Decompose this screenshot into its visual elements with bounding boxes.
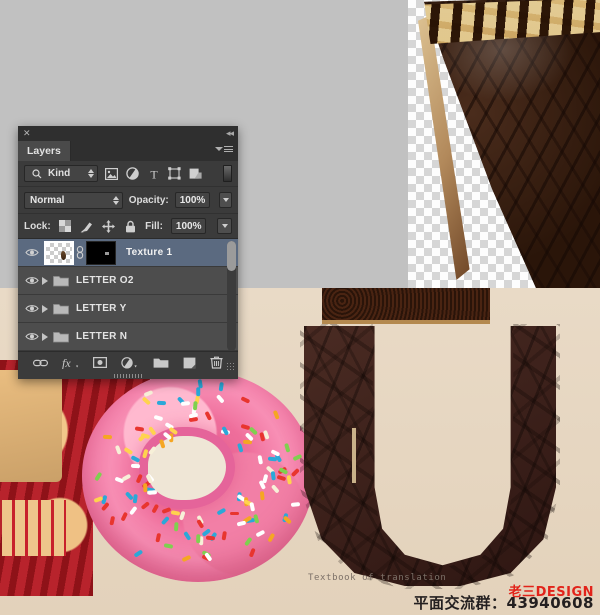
panel-resize-grip[interactable] [226, 362, 235, 371]
sponge-cake-piece-b [2, 500, 66, 556]
lock-label: Lock: [24, 220, 51, 232]
opacity-label: Opacity: [128, 194, 169, 206]
collapse-to-icons-icon[interactable]: ◂◂ [226, 128, 234, 139]
folder-icon [53, 303, 69, 315]
donut-sprinkle [291, 502, 301, 507]
layer-name: Texture 1 [126, 247, 173, 258]
sponge-cake-piece-a [0, 370, 62, 482]
letter-u-gap-notch [352, 428, 356, 483]
layer-style-fx-icon[interactable]: fx [62, 357, 79, 369]
panel-tab-bar: Layers [18, 141, 238, 161]
fill-dropdown-button[interactable] [217, 218, 232, 234]
svg-text:T: T [150, 168, 158, 180]
donut-sprinkle [196, 534, 201, 544]
eye-icon[interactable] [22, 304, 42, 313]
donut-sprinkle [193, 401, 198, 411]
hamburger-icon [224, 146, 233, 152]
donut-sprinkle [180, 401, 190, 406]
blend-mode-select[interactable]: Normal [24, 191, 123, 209]
layers-panel-footer: fx [18, 351, 238, 373]
eye-icon[interactable] [22, 248, 42, 257]
folder-icon [53, 331, 69, 343]
search-icon [29, 166, 44, 181]
layer-row-texture-1[interactable]: Texture 1 [18, 239, 238, 267]
donut-sprinkle [205, 535, 215, 540]
new-adjustment-layer-icon[interactable] [121, 356, 138, 369]
opacity-dropdown-button[interactable] [219, 192, 232, 208]
layer-name: LETTER Y [76, 303, 127, 314]
chevron-down-icon [215, 147, 223, 151]
new-layer-icon[interactable] [183, 357, 196, 369]
watermark-qq-group: 平面交流群：43940608 [413, 594, 594, 612]
donut-sprinkle [271, 471, 276, 481]
chevron-down-icon [222, 198, 229, 202]
lock-image-pixels-icon[interactable] [80, 219, 94, 233]
blend-mode-value: Normal [30, 194, 65, 206]
artwork-caption: Textbook of translation [308, 573, 447, 583]
lock-transparent-pixels-icon[interactable] [59, 219, 72, 233]
layer-filter-row: Kind T [18, 161, 238, 187]
donut-sprinkle [102, 434, 113, 439]
panel-resize-handle[interactable] [18, 373, 238, 379]
svg-text:fx: fx [62, 357, 71, 369]
shape-layer-filter-icon[interactable] [167, 166, 182, 181]
layers-scrollbar[interactable] [227, 241, 236, 351]
fill-input[interactable]: 100% [170, 218, 207, 234]
watermark-band: Textbook of translation 老三DESIGN 平面交流群：4… [300, 565, 600, 615]
layer-mask-thumbnail[interactable] [86, 240, 116, 265]
chevron-right-icon[interactable] [42, 276, 48, 285]
donut-sprinkle [147, 490, 157, 495]
delete-layer-icon[interactable] [210, 356, 223, 369]
eye-icon[interactable] [22, 332, 42, 341]
folder-icon [53, 275, 69, 287]
layer-thumbnail[interactable] [44, 240, 74, 265]
layers-panel: ✕ ◂◂ Layers Kind T Normal Opacity: 100% … [18, 126, 238, 379]
donut-sprinkle [130, 463, 140, 468]
donut-sprinkle [197, 387, 201, 397]
layer-row-letter-o2[interactable]: LETTER O2 [18, 267, 238, 295]
layers-list: Texture 1 LETTER O2 LETTER Y LETTER N [18, 239, 238, 351]
filter-kind-select[interactable]: Kind [24, 165, 98, 182]
mask-link-icon[interactable] [74, 246, 86, 259]
donut-sprinkle [143, 482, 148, 492]
opacity-input[interactable]: 100% [174, 192, 211, 208]
filter-kind-label: Kind [48, 168, 71, 179]
lock-position-icon[interactable] [102, 219, 116, 233]
filter-enable-toggle[interactable] [223, 165, 232, 182]
smart-object-filter-icon[interactable] [188, 166, 203, 181]
eye-icon[interactable] [22, 276, 42, 285]
panel-menu-icon[interactable] [215, 146, 233, 152]
close-icon[interactable]: ✕ [23, 129, 31, 138]
tab-layers[interactable]: Layers [18, 141, 71, 161]
chevron-right-icon[interactable] [42, 304, 48, 313]
blend-opacity-row: Normal Opacity: 100% [18, 187, 238, 214]
lock-row: Lock: Fill: 100% [18, 214, 238, 239]
chevron-down-icon [221, 224, 228, 228]
donut-sprinkle [157, 401, 167, 405]
type-layer-filter-icon[interactable]: T [146, 166, 161, 181]
lock-all-icon[interactable] [124, 219, 137, 233]
blend-mode-stepper[interactable] [112, 195, 119, 205]
filter-kind-stepper[interactable] [88, 169, 94, 178]
panel-titlebar[interactable]: ✕ ◂◂ [18, 126, 238, 141]
chevron-right-icon[interactable] [42, 332, 48, 341]
layer-name: LETTER O2 [76, 275, 134, 286]
link-layers-icon[interactable] [33, 358, 49, 368]
fill-label: Fill: [145, 220, 163, 232]
screenshot-stage: Textbook of translation 老三DESIGN 平面交流群：4… [0, 0, 600, 615]
new-group-icon[interactable] [153, 357, 169, 369]
layer-name: LETTER N [76, 331, 128, 342]
layer-row-letter-n[interactable]: LETTER N [18, 323, 238, 351]
layer-row-letter-y[interactable]: LETTER Y [18, 295, 238, 323]
scrollbar-thumb[interactable] [227, 241, 236, 271]
pixel-layer-filter-icon[interactable] [104, 166, 119, 181]
adjustment-layer-filter-icon[interactable] [125, 166, 140, 181]
donut-sprinkle [132, 494, 138, 504]
brownie-strip-image [322, 288, 490, 324]
add-layer-mask-icon[interactable] [93, 357, 108, 368]
donut-sprinkle [230, 511, 240, 516]
